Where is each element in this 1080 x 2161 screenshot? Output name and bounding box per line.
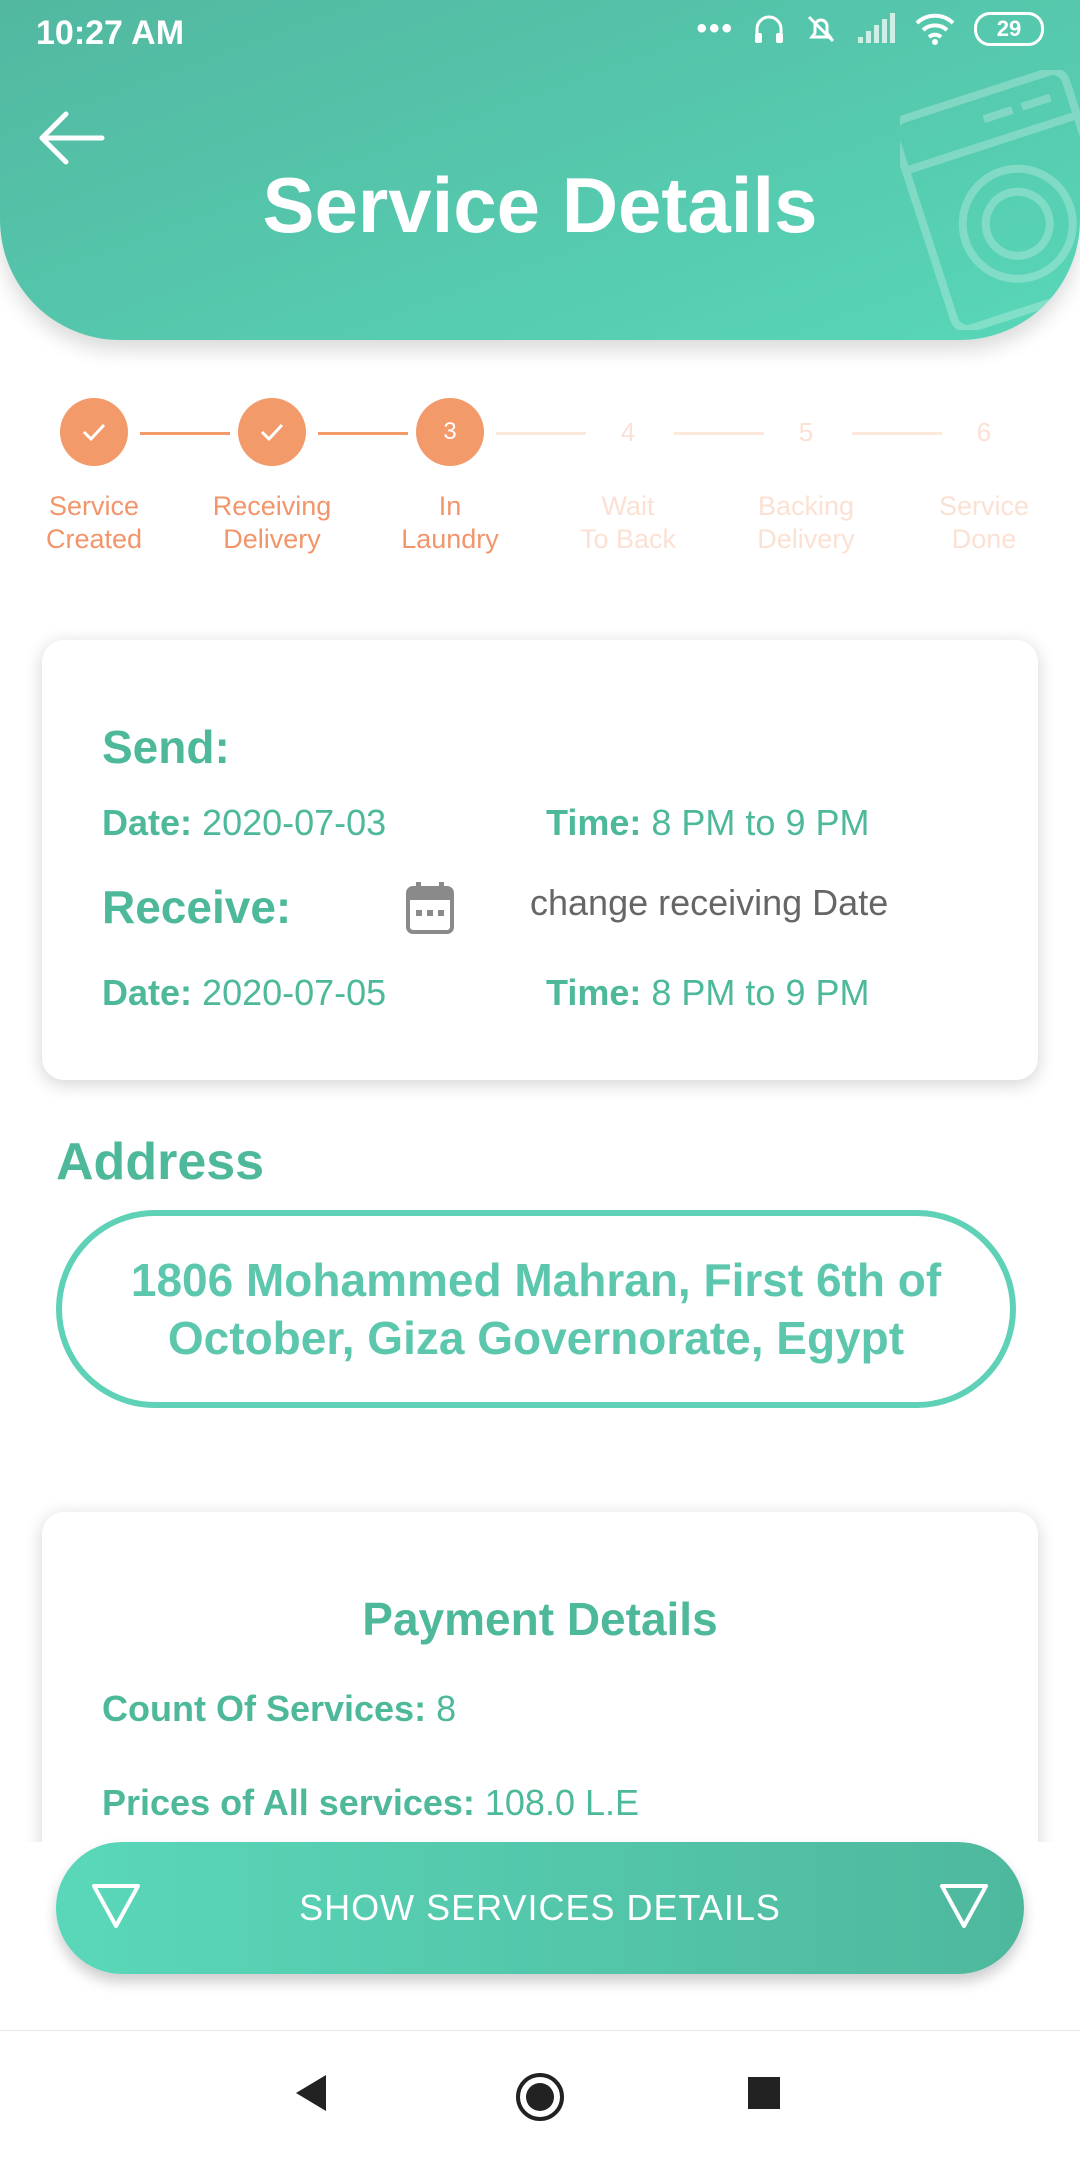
count-of-services: Count Of Services: 8 xyxy=(102,1688,456,1730)
page-title: Service Details xyxy=(262,161,818,249)
nav-recents-icon[interactable] xyxy=(746,2075,782,2111)
change-receiving-date-link[interactable]: change receiving Date xyxy=(530,882,888,924)
step-number: 4 xyxy=(620,416,636,447)
calendar-icon[interactable] xyxy=(404,880,456,936)
more-dots-icon: ••• xyxy=(696,12,734,45)
battery-indicator: 29 xyxy=(974,12,1044,46)
time-label: Time: xyxy=(546,802,642,843)
count-value: 8 xyxy=(436,1688,457,1729)
app-header: 10:27 AM ••• 29 Service Details xyxy=(0,0,1080,340)
receive-date: Date: 2020-07-05 xyxy=(102,972,386,1014)
step-label: Service Done xyxy=(938,491,1030,554)
time-value: 8 PM to 9 PM xyxy=(651,972,870,1013)
step-number: 6 xyxy=(976,416,992,447)
payment-title: Payment Details xyxy=(362,1593,718,1645)
nav-home-icon[interactable] xyxy=(514,2071,566,2123)
check-icon xyxy=(60,398,128,466)
step-service-done: 6 Service Done xyxy=(894,398,1074,556)
step-label: Wait To Back xyxy=(579,491,677,554)
step-label: Service Created xyxy=(45,491,143,554)
show-services-label: SHOW SERVICES DETAILS xyxy=(299,1887,781,1928)
headphones-icon xyxy=(755,15,783,43)
back-arrow-icon[interactable] xyxy=(36,108,108,168)
step-label: In Laundry xyxy=(401,491,499,554)
step-service-created: Service Created xyxy=(4,398,184,556)
system-nav-bar xyxy=(0,2030,1080,2161)
prices-label: Prices of All services: xyxy=(102,1782,475,1823)
signal-icon xyxy=(858,13,895,43)
status-bar: 10:27 AM ••• 29 xyxy=(0,0,1080,70)
send-date: Date: 2020-07-03 xyxy=(102,802,386,844)
address-heading: Address xyxy=(56,1133,265,1191)
prices-of-services: Prices of All services: 108.0 L.E xyxy=(102,1782,639,1824)
schedule-card: Send: Date: 2020-07-03 Time: 8 PM to 9 P… xyxy=(42,640,1038,1080)
send-heading: Send: xyxy=(102,721,230,773)
date-value: 2020-07-03 xyxy=(202,802,387,843)
send-time: Time: 8 PM to 9 PM xyxy=(546,802,869,844)
show-services-details-button[interactable]: SHOW SERVICES DETAILS xyxy=(56,1842,1024,1974)
triangle-down-icon xyxy=(940,1884,988,1928)
check-icon xyxy=(238,398,306,466)
step-wait-to-back: 4 Wait To Back xyxy=(538,398,718,556)
status-time: 10:27 AM xyxy=(36,14,185,52)
wifi-icon xyxy=(915,13,955,45)
address-box: 1806 Mohammed Mahran, First 6th of Octob… xyxy=(56,1210,1016,1408)
prices-value: 108.0 L.E xyxy=(484,1782,640,1823)
progress-stepper: Service Created Receiving Delivery 3 In Lau… xyxy=(0,398,1080,578)
step-receiving-delivery: Receiving Delivery xyxy=(182,398,362,556)
date-label: Date: xyxy=(102,972,193,1013)
date-label: Date: xyxy=(102,802,193,843)
date-value: 2020-07-05 xyxy=(202,972,387,1013)
nav-back-icon[interactable] xyxy=(290,2071,330,2115)
triangle-down-icon xyxy=(92,1884,140,1928)
step-label: Receiving Delivery xyxy=(212,491,332,554)
mute-bell-icon xyxy=(807,15,835,43)
receive-heading: Receive: xyxy=(102,881,292,933)
step-in-laundry: 3 In Laundry xyxy=(360,398,540,556)
receive-time: Time: 8 PM to 9 PM xyxy=(546,972,869,1014)
time-value: 8 PM to 9 PM xyxy=(651,802,870,843)
step-label: Backing Delivery xyxy=(757,491,855,554)
step-backing-delivery: 5 Backing Delivery xyxy=(716,398,896,556)
status-icons: ••• 29 xyxy=(696,12,1044,46)
step-number: 5 xyxy=(798,416,814,447)
step-number: 3 xyxy=(416,398,484,466)
time-label: Time: xyxy=(546,972,642,1013)
count-label: Count Of Services: xyxy=(102,1688,427,1729)
